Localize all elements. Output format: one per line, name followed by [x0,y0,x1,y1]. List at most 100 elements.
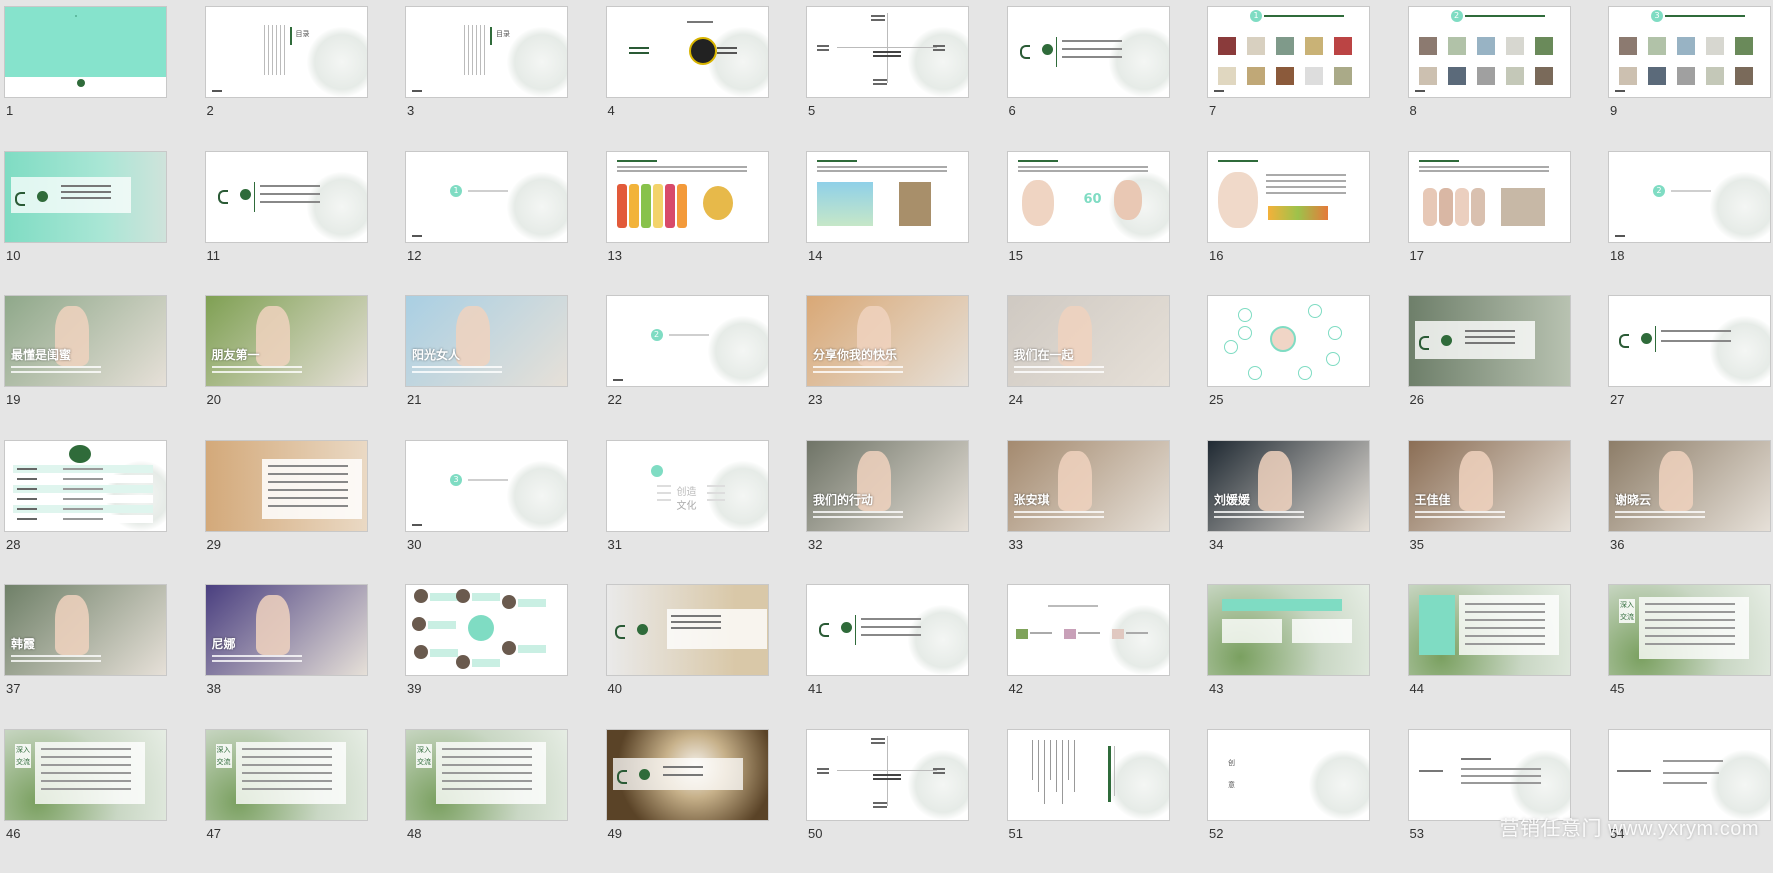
slide-thumbnail[interactable] [1408,151,1571,243]
slide-thumbnail[interactable]: 3 [1608,6,1771,98]
slide-cell[interactable]: 41 [806,584,1007,729]
slide-thumbnail[interactable] [606,584,769,676]
slide-thumbnail[interactable] [606,151,769,243]
slide-thumbnail[interactable]: 谢晓云 [1608,440,1771,532]
slide-cell[interactable]: 44 [1408,584,1609,729]
slide-cell[interactable]: 朋友第一20 [205,295,406,440]
slide-cell[interactable]: 25 [1207,295,1408,440]
slide-cell[interactable]: 王佳佳35 [1408,440,1609,585]
slide-thumbnail[interactable] [1007,584,1170,676]
slide-thumbnail[interactable]: 目录 [405,6,568,98]
slide-cell[interactable]: 43 [1207,584,1408,729]
slide-cell[interactable]: 创造文化31 [606,440,807,585]
slide-thumbnail[interactable] [1207,151,1370,243]
slide-cell[interactable]: 54 [1608,729,1773,873]
slide-cell[interactable]: 最懂是闺蜜19 [4,295,205,440]
slide-cell[interactable]: 27 [1608,295,1773,440]
slide-thumbnail[interactable] [606,729,769,821]
slide-thumbnail[interactable]: 尼娜 [205,584,368,676]
slide-thumbnail[interactable] [1007,729,1170,821]
slide-cell[interactable]: 5 [806,6,1007,151]
slide-thumbnail[interactable] [4,151,167,243]
slide-thumbnail[interactable]: 刘媛媛 [1207,440,1370,532]
slide-cell[interactable]: 13 [606,151,807,296]
slide-cell[interactable]: 17 [1207,6,1408,151]
slide-thumbnail[interactable]: 创意 [1207,729,1370,821]
slide-thumbnail[interactable]: 2 [1608,151,1771,243]
slide-cell[interactable]: 40 [606,584,807,729]
slide-cell[interactable]: 深入交流45 [1608,584,1773,729]
slide-cell[interactable]: 分享你我的快乐23 [806,295,1007,440]
slide-thumbnail[interactable] [806,584,969,676]
slide-thumbnail[interactable] [606,6,769,98]
slide-thumbnail[interactable] [1608,295,1771,387]
slide-cell[interactable]: 6 [1007,6,1208,151]
slide-cell[interactable]: 42 [1007,584,1208,729]
slide-cell[interactable]: 张安琪33 [1007,440,1208,585]
slide-thumbnail[interactable]: 2 [1408,6,1571,98]
slide-cell[interactable]: 刘媛媛34 [1207,440,1408,585]
slide-cell[interactable]: 我们的行动32 [806,440,1007,585]
slide-thumbnail[interactable] [1207,295,1370,387]
slide-cell[interactable]: 39 [1608,6,1773,151]
slide-thumbnail[interactable]: 王佳佳 [1408,440,1571,532]
slide-thumbnail[interactable]: 创造文化 [606,440,769,532]
slide-cell[interactable]: 4 [606,6,807,151]
slide-thumbnail[interactable] [806,6,969,98]
slide-cell[interactable]: 谢晓云36 [1608,440,1773,585]
slide-cell[interactable]: 330 [405,440,606,585]
slide-cell[interactable]: 39 [405,584,606,729]
slide-thumbnail[interactable]: 深入交流 [205,729,368,821]
slide-thumbnail[interactable]: 张安琪 [1007,440,1170,532]
slide-cell[interactable]: 51 [1007,729,1208,873]
slide-cell[interactable]: 10 [4,151,205,296]
slide-cell[interactable]: 阳光女人21 [405,295,606,440]
slide-thumbnail[interactable] [4,440,167,532]
slide-thumbnail[interactable]: 阳光女人 [405,295,568,387]
slide-cell[interactable]: 50 [806,729,1007,873]
slide-cell[interactable]: 26 [1408,295,1609,440]
slide-thumbnail[interactable]: 深入交流 [1608,584,1771,676]
slide-cell[interactable]: 112 [405,151,606,296]
slide-thumbnail[interactable]: 60 [1007,151,1170,243]
slide-thumbnail[interactable]: 分享你我的快乐 [806,295,969,387]
slide-thumbnail[interactable] [1608,729,1771,821]
slide-cell[interactable]: 11 [205,151,406,296]
slide-thumbnail[interactable]: 1 [405,151,568,243]
slide-cell[interactable]: 14 [806,151,1007,296]
slide-thumbnail[interactable]: 目录 [205,6,368,98]
slide-cell[interactable]: 6015 [1007,151,1208,296]
slide-cell[interactable]: 我们在一起24 [1007,295,1208,440]
slide-cell[interactable]: 深入交流47 [205,729,406,873]
slide-cell[interactable]: 28 [4,440,205,585]
slide-thumbnail[interactable] [405,584,568,676]
slide-thumbnail[interactable] [806,151,969,243]
slide-thumbnail[interactable] [1408,295,1571,387]
slide-thumbnail[interactable] [205,151,368,243]
slide-cell[interactable]: 28 [1408,6,1609,151]
slide-cell[interactable]: 1 [4,6,205,151]
slide-cell[interactable]: 53 [1408,729,1609,873]
slide-thumbnail[interactable] [806,729,969,821]
slide-thumbnail[interactable]: 3 [405,440,568,532]
slide-cell[interactable]: 29 [205,440,406,585]
slide-thumbnail[interactable]: 我们在一起 [1007,295,1170,387]
slide-cell[interactable]: 目录3 [405,6,606,151]
slide-cell[interactable]: 目录2 [205,6,406,151]
slide-thumbnail[interactable]: 朋友第一 [205,295,368,387]
slide-thumbnail[interactable] [1408,584,1571,676]
slide-cell[interactable]: 49 [606,729,807,873]
slide-thumbnail[interactable]: 2 [606,295,769,387]
slide-thumbnail[interactable] [1408,729,1571,821]
slide-thumbnail[interactable]: 最懂是闺蜜 [4,295,167,387]
slide-thumbnail[interactable]: 深入交流 [4,729,167,821]
slide-thumbnail[interactable]: 韩霞 [4,584,167,676]
slide-cell[interactable]: 韩霞37 [4,584,205,729]
slide-cell[interactable]: 222 [606,295,807,440]
slide-thumbnail[interactable] [1207,584,1370,676]
slide-thumbnail[interactable]: 深入交流 [405,729,568,821]
slide-cell[interactable]: 深入交流46 [4,729,205,873]
slide-cell[interactable]: 17 [1408,151,1609,296]
slide-thumbnail[interactable] [205,440,368,532]
slide-cell[interactable]: 深入交流48 [405,729,606,873]
